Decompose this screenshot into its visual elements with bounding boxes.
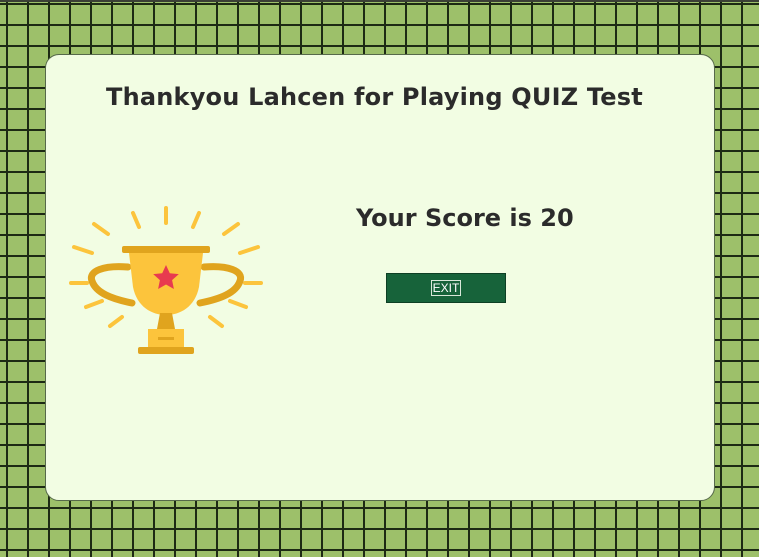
exit-button[interactable]: EXIT [386, 273, 506, 303]
window-top-strip [0, 0, 759, 2]
page-title: Thankyou Lahcen for Playing QUIZ Test [106, 83, 643, 111]
exit-button-label: EXIT [430, 280, 462, 296]
trophy-icon [69, 206, 263, 354]
result-panel: Thankyou Lahcen for Playing QUIZ Test Yo… [45, 54, 715, 501]
score-text: Your Score is 20 [356, 204, 574, 232]
